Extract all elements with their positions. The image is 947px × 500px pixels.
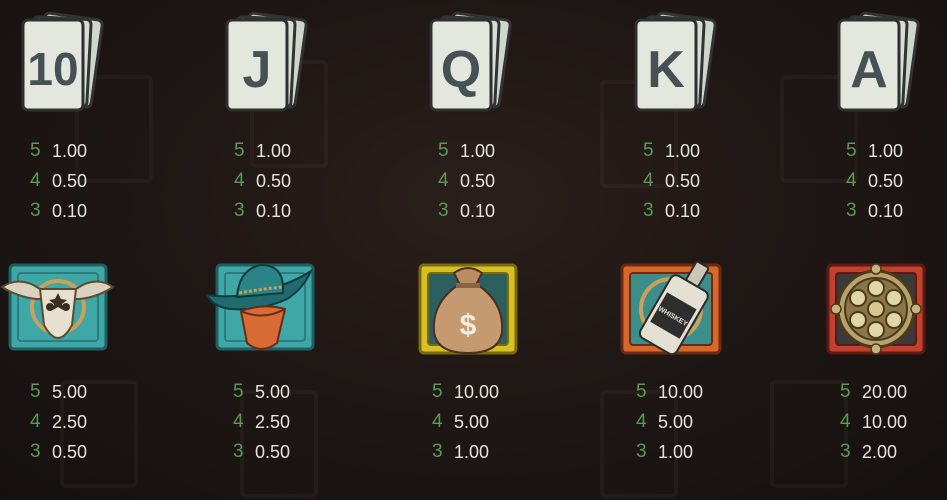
pay-value: 10.00: [454, 381, 500, 402]
pay-values: 5 5.00 4 2.50 3 0.50: [233, 377, 290, 467]
pay-count: 4: [643, 170, 654, 191]
pay-value: 2.50: [255, 411, 291, 432]
pay-values: 5 1.00 4 0.50 3 0.10: [643, 136, 700, 226]
pay-count: 3: [840, 441, 851, 462]
pay-values: 5 5.00 4 2.50 3 0.50: [30, 377, 87, 467]
pay-count: 5: [30, 381, 41, 402]
pay-value: 0.10: [52, 200, 88, 221]
pay-value: 5.00: [52, 381, 88, 402]
pay-value: 0.10: [460, 200, 496, 221]
card-label: A: [850, 41, 888, 99]
pay-value: 1.00: [868, 140, 904, 161]
pay-count: 5: [432, 381, 443, 402]
pay-count: 5: [30, 140, 41, 161]
pay-value: 5.00: [255, 381, 291, 402]
pay-value: 10.00: [658, 381, 704, 402]
card-j-icon: J: [221, 10, 311, 125]
card-label: J: [243, 41, 272, 99]
pay-count: 4: [233, 411, 244, 432]
pay-count: 3: [636, 441, 647, 462]
pay-count: 5: [636, 381, 647, 402]
pay-count: 3: [432, 441, 443, 462]
pay-value: 0.50: [256, 170, 292, 191]
pay-values: 5 10.00 4 5.00 3 1.00: [432, 377, 499, 467]
pay-count: 3: [30, 441, 41, 462]
pay-count: 4: [840, 411, 851, 432]
card-10-icon: 10: [17, 10, 107, 125]
pay-count: 4: [30, 411, 41, 432]
pay-value: 2.50: [52, 411, 88, 432]
pay-value: 1.00: [52, 140, 88, 161]
pay-count: 4: [432, 411, 443, 432]
card-k-icon: K: [630, 10, 720, 125]
pay-value: 2.00: [862, 441, 898, 462]
pay-values: 5 1.00 4 0.50 3 0.10: [30, 136, 87, 226]
pay-value: 0.50: [868, 170, 904, 191]
pay-value: 0.50: [52, 441, 88, 462]
pay-count: 3: [234, 200, 245, 221]
pay-count: 3: [30, 200, 41, 221]
pay-values: 5 1.00 4 0.50 3 0.10: [846, 136, 903, 226]
pay-count: 3: [846, 200, 857, 221]
pay-values: 5 1.00 4 0.50 3 0.10: [234, 136, 291, 226]
pay-count: 4: [846, 170, 857, 191]
pay-value: 0.50: [460, 170, 496, 191]
revolver-cylinder-icon: [822, 255, 937, 360]
whiskey-bottle-icon: WHISKEY: [616, 255, 731, 360]
pay-count: 5: [846, 140, 857, 161]
pay-count: 4: [438, 170, 449, 191]
pay-value: 0.50: [52, 170, 88, 191]
pay-count: 5: [234, 140, 245, 161]
pay-values: 5 1.00 4 0.50 3 0.10: [438, 136, 495, 226]
pay-count: 5: [233, 381, 244, 402]
pay-value: 1.00: [665, 140, 701, 161]
pay-value: 0.10: [256, 200, 292, 221]
pay-count: 3: [438, 200, 449, 221]
pay-value: 10.00: [862, 411, 908, 432]
card-label: 10: [27, 43, 78, 95]
card-label: K: [647, 41, 685, 99]
pay-count: 5: [840, 381, 851, 402]
pay-value: 0.10: [868, 200, 904, 221]
cowboy-bandit-icon: [203, 255, 318, 360]
pay-value: 0.50: [665, 170, 701, 191]
card-q-icon: Q: [425, 10, 515, 125]
pay-count: 4: [234, 170, 245, 191]
pay-value: 1.00: [256, 140, 292, 161]
pay-value: 0.10: [665, 200, 701, 221]
bull-skull-icon: [0, 255, 115, 355]
money-bag-icon: $: [412, 255, 527, 360]
pay-count: 4: [636, 411, 647, 432]
pay-value: 5.00: [658, 411, 694, 432]
pay-values: 5 20.00 4 10.00 3 2.00: [840, 377, 907, 467]
pay-value: 20.00: [862, 381, 908, 402]
card-a-icon: A: [833, 10, 923, 125]
pay-count: 4: [30, 170, 41, 191]
pay-value: 1.00: [454, 441, 490, 462]
pay-value: 5.00: [454, 411, 490, 432]
dollar-sign: $: [460, 309, 477, 342]
pay-count: 5: [438, 140, 449, 161]
pay-value: 1.00: [460, 140, 496, 161]
pay-count: 5: [643, 140, 654, 161]
pay-value: 1.00: [658, 441, 694, 462]
pay-count: 3: [233, 441, 244, 462]
pay-value: 0.50: [255, 441, 291, 462]
pay-values: 5 10.00 4 5.00 3 1.00: [636, 377, 703, 467]
pay-count: 3: [643, 200, 654, 221]
card-label: Q: [441, 41, 481, 99]
